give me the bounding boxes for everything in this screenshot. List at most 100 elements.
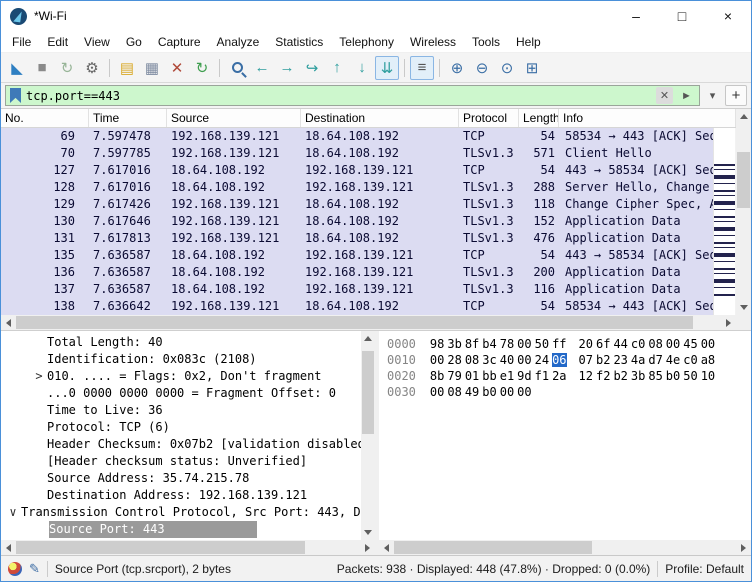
reload-file-button[interactable]: ↻ [190, 56, 214, 80]
hscroll-groove[interactable] [16, 315, 721, 330]
expert-info-icon[interactable] [8, 562, 22, 576]
detail-row-selected[interactable]: Source Port: 443 [1, 521, 361, 538]
vscroll-groove[interactable] [361, 346, 375, 525]
detail-row[interactable]: Protocol: TCP (6) [1, 419, 361, 436]
zoom-out-button[interactable]: ⊖ [470, 56, 494, 80]
vscroll-thumb[interactable] [737, 152, 750, 208]
detail-row[interactable]: >010. .... = Flags: 0x2, Don't fragment [1, 368, 361, 385]
menu-analyze[interactable]: Analyze [209, 32, 268, 52]
detail-row[interactable]: Time to Live: 36 [1, 402, 361, 419]
hscroll-thumb[interactable] [16, 316, 693, 329]
column-header-source[interactable]: Source [167, 109, 301, 127]
filter-apply-button[interactable]: ► [678, 87, 695, 104]
open-file-button[interactable]: ▤ [115, 56, 139, 80]
save-file-button[interactable]: ▦ [140, 56, 164, 80]
zoom-in-button[interactable]: ⊕ [445, 56, 469, 80]
packet-row[interactable]: 1367.63658718.64.108.192192.168.139.121T… [1, 264, 713, 281]
details-hscrollbar[interactable] [1, 540, 375, 555]
scroll-down-button[interactable] [361, 525, 375, 540]
resize-columns-button[interactable]: ⊞ [520, 56, 544, 80]
close-button[interactable]: × [705, 1, 751, 31]
zoom-reset-button[interactable]: ⊙ [495, 56, 519, 80]
start-capture-button[interactable]: ◣ [5, 56, 29, 80]
filter-input[interactable]: tcp.port==443 [26, 89, 651, 103]
hscroll-thumb[interactable] [394, 541, 592, 554]
hex-row[interactable]: 0030000849b00000 [387, 384, 751, 400]
scroll-up-button[interactable] [361, 331, 375, 346]
restart-capture-button[interactable]: ↻ [55, 56, 79, 80]
scroll-right-button[interactable] [736, 540, 751, 555]
detail-row[interactable]: Identification: 0x083c (2108) [1, 351, 361, 368]
capture-options-button[interactable]: ⚙ [80, 56, 104, 80]
auto-scroll-button[interactable]: ⇊ [375, 56, 399, 80]
menu-view[interactable]: View [76, 32, 118, 52]
go-last-button[interactable]: ↓ [350, 56, 374, 80]
packet-row[interactable]: 1357.63658718.64.108.192192.168.139.121T… [1, 247, 713, 264]
menu-file[interactable]: File [4, 32, 39, 52]
colorize-button[interactable]: ≡ [410, 56, 434, 80]
vscroll-thumb[interactable] [362, 351, 374, 433]
scroll-left-button[interactable] [379, 540, 394, 555]
column-header-info[interactable]: Info [559, 109, 736, 127]
intelligent-scrollbar-minimap[interactable] [713, 128, 735, 315]
detail-row[interactable]: Header Checksum: 0x07b2 [validation disa… [1, 436, 361, 453]
packet-row[interactable]: 1387.636642192.168.139.12118.64.108.192T… [1, 298, 713, 315]
filter-field[interactable]: tcp.port==443 ✕ ► [5, 85, 700, 106]
menu-statistics[interactable]: Statistics [267, 32, 331, 52]
packet-row[interactable]: 697.597478192.168.139.12118.64.108.192TC… [1, 128, 713, 145]
detail-row[interactable]: [Header checksum status: Unverified] [1, 453, 361, 470]
detail-row[interactable]: Destination Address: 192.168.139.121 [1, 487, 361, 504]
scroll-down-button[interactable] [736, 300, 751, 315]
packet-row[interactable]: 1317.617813192.168.139.12118.64.108.192T… [1, 230, 713, 247]
go-to-packet-button[interactable]: ↪ [300, 56, 324, 80]
go-forward-button[interactable]: → [275, 56, 299, 80]
collapsed-arrow-icon[interactable]: > [31, 368, 47, 385]
hscroll-groove[interactable] [16, 540, 360, 555]
go-back-button[interactable]: ← [250, 56, 274, 80]
filter-add-button[interactable]: + [725, 85, 747, 106]
details-vscrollbar[interactable] [361, 331, 375, 540]
close-file-button[interactable]: ✕ [165, 56, 189, 80]
menu-wireless[interactable]: Wireless [402, 32, 464, 52]
scroll-right-button[interactable] [360, 540, 375, 555]
find-packet-button[interactable] [225, 56, 249, 80]
menu-telephony[interactable]: Telephony [331, 32, 402, 52]
profile-text[interactable]: Profile: Default [665, 562, 744, 576]
capture-comment-icon[interactable]: ✎ [29, 561, 40, 577]
menu-edit[interactable]: Edit [39, 32, 76, 52]
menu-capture[interactable]: Capture [150, 32, 209, 52]
filter-dropdown-button[interactable]: ▾ [704, 87, 721, 104]
detail-row[interactable]: ∨Transmission Control Protocol, Src Port… [1, 504, 361, 521]
scroll-up-button[interactable] [736, 109, 751, 124]
packet-row[interactable]: 707.597785192.168.139.12118.64.108.192TL… [1, 145, 713, 162]
menu-tools[interactable]: Tools [464, 32, 508, 52]
detail-row[interactable]: Total Length: 40 [1, 334, 361, 351]
vscroll-groove[interactable] [736, 124, 751, 300]
hex-row[interactable]: 0000983b8fb4780050ff206f44c008004500 [387, 336, 751, 352]
packet-row[interactable]: 1287.61701618.64.108.192192.168.139.121T… [1, 179, 713, 196]
packet-row[interactable]: 1307.617646192.168.139.12118.64.108.192T… [1, 213, 713, 230]
bookmark-icon[interactable] [10, 88, 21, 103]
packet-list-hscrollbar[interactable] [1, 315, 736, 330]
packet-row[interactable]: 1297.617426192.168.139.12118.64.108.192T… [1, 196, 713, 213]
menu-go[interactable]: Go [118, 32, 150, 52]
hscroll-groove[interactable] [394, 540, 736, 555]
packet-list-vscrollbar[interactable] [736, 109, 751, 315]
stop-capture-button[interactable]: ■ [30, 56, 54, 80]
column-header-length[interactable]: Length [519, 109, 559, 127]
packet-row[interactable]: 1377.63658718.64.108.192192.168.139.121T… [1, 281, 713, 298]
detail-row[interactable]: ...0 0000 0000 0000 = Fragment Offset: 0 [1, 385, 361, 402]
column-header-time[interactable]: Time [89, 109, 167, 127]
hex-row[interactable]: 00100028083c4000240607b2234ad74ec0a8 [387, 352, 751, 368]
hscroll-thumb[interactable] [16, 541, 305, 554]
hex-row[interactable]: 00208b7901bbe19df12a12f2b23b85b05010 [387, 368, 751, 384]
column-header-no[interactable]: No. [1, 109, 89, 127]
column-header-protocol[interactable]: Protocol [459, 109, 519, 127]
menu-help[interactable]: Help [508, 32, 549, 52]
minimize-button[interactable]: – [613, 1, 659, 31]
maximize-button[interactable]: □ [659, 1, 705, 31]
expanded-arrow-icon[interactable]: ∨ [5, 504, 21, 521]
go-first-button[interactable]: ↑ [325, 56, 349, 80]
column-header-destination[interactable]: Destination [301, 109, 459, 127]
hex-hscrollbar[interactable] [379, 540, 751, 555]
